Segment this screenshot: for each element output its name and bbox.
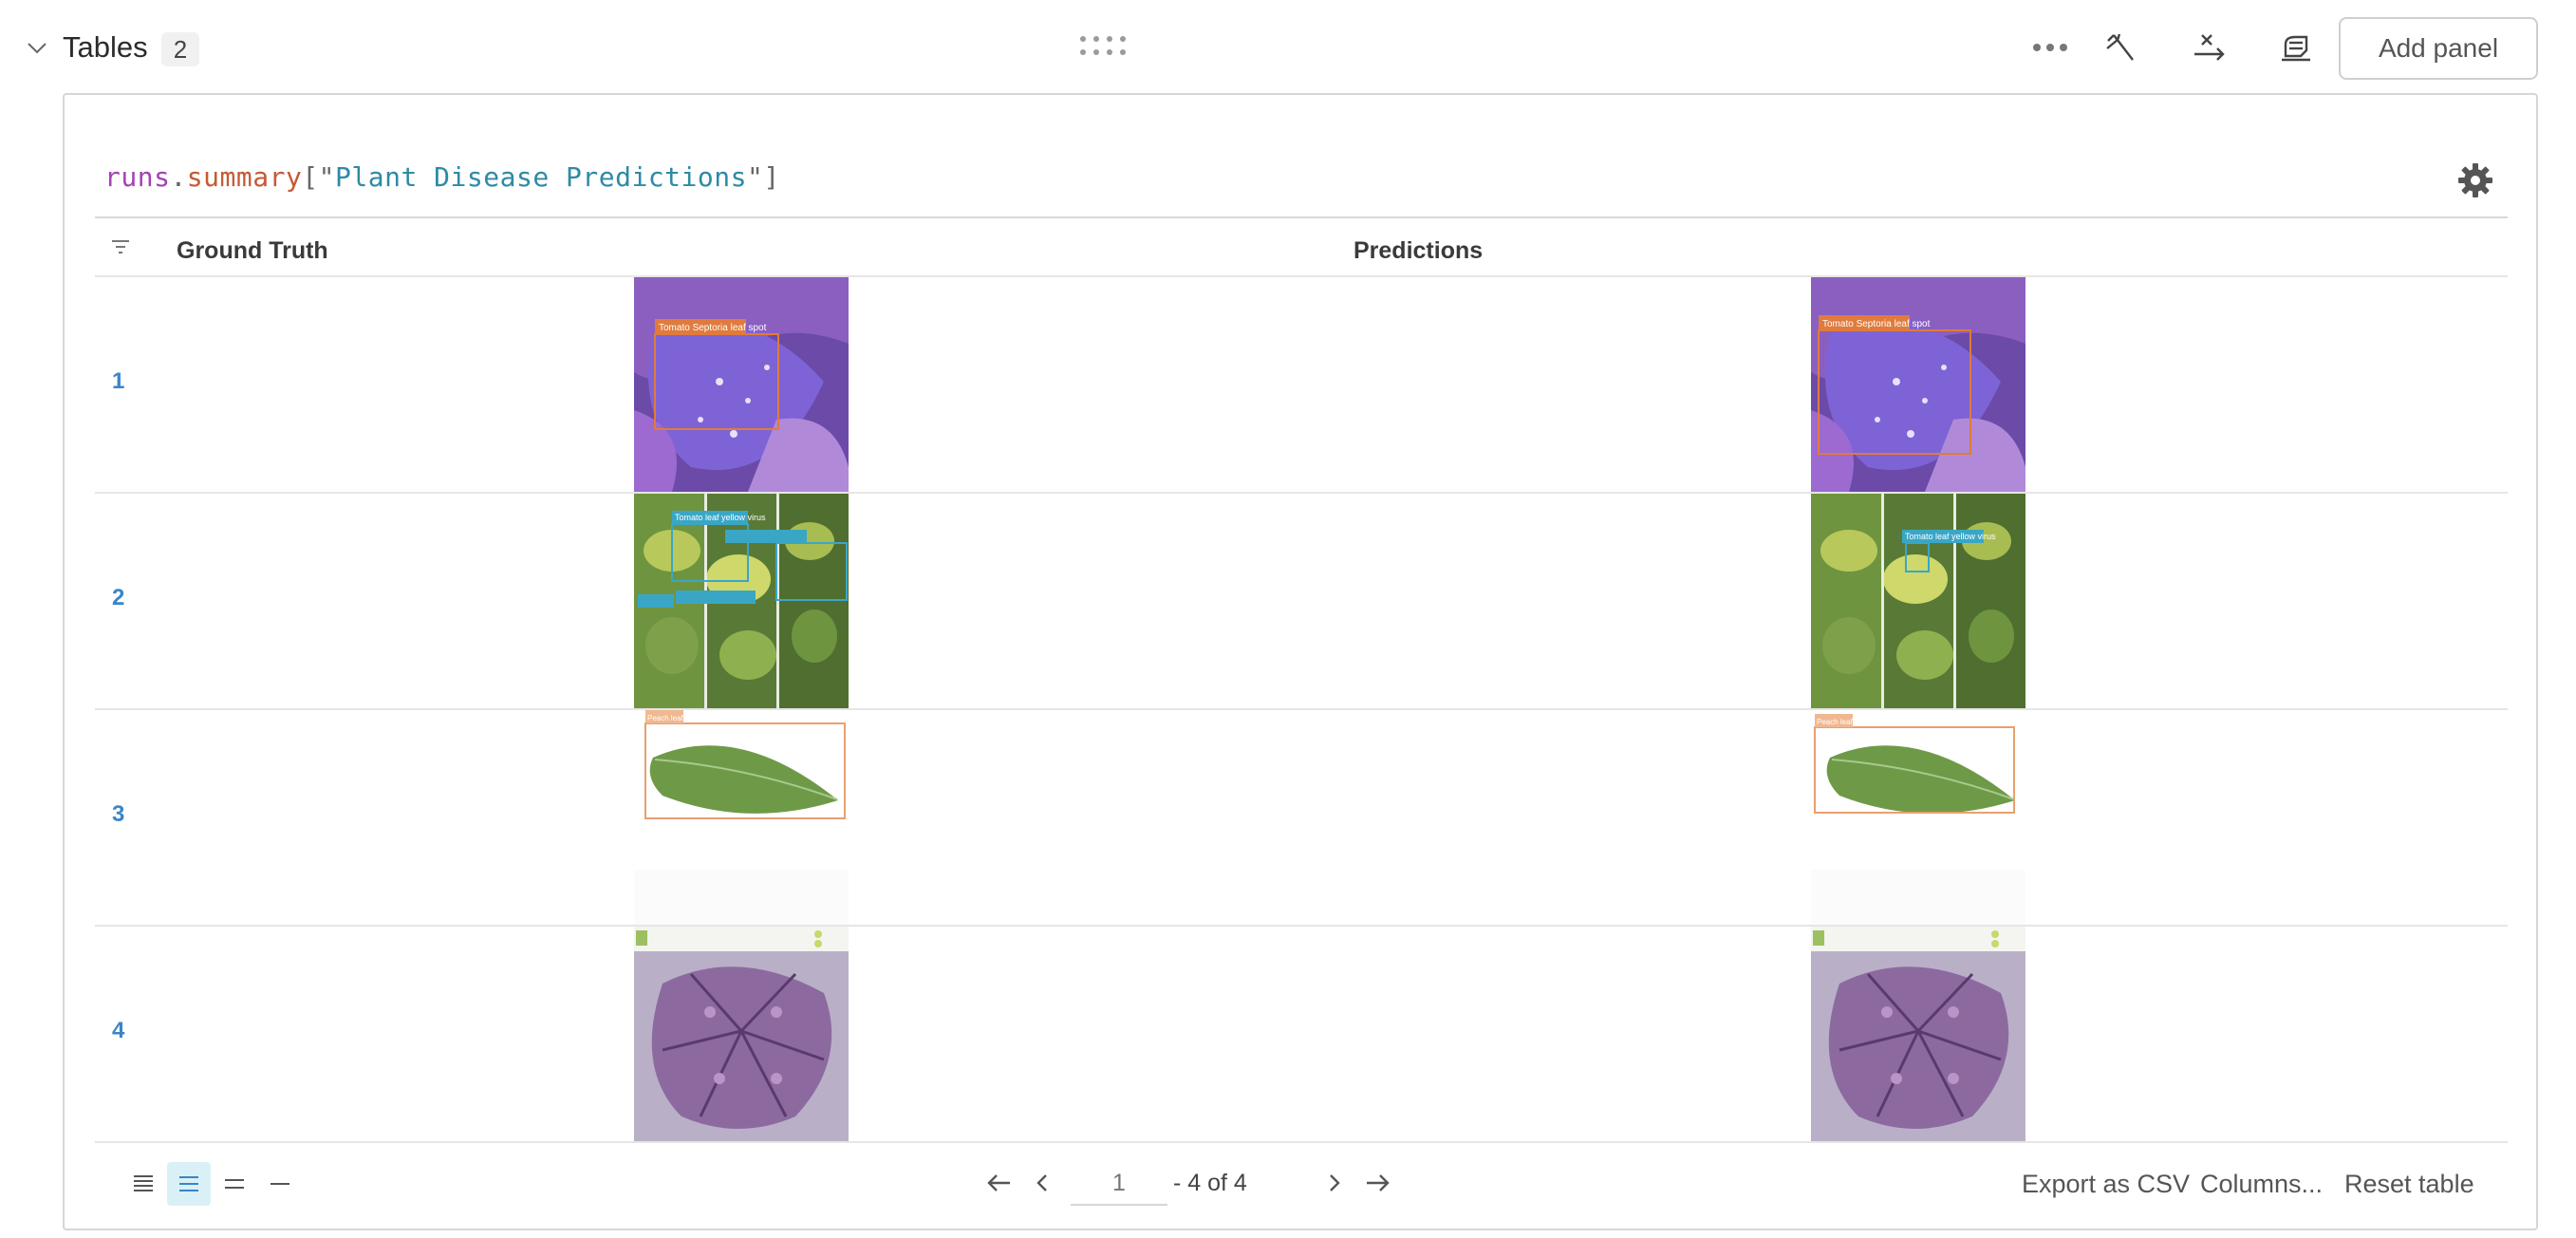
last-page-icon[interactable] — [1361, 1166, 1395, 1200]
ground-truth-image[interactable] — [634, 927, 849, 1141]
ground-truth-image[interactable]: Tomato Septoria leaf spot — [634, 277, 849, 492]
previous-page-icon[interactable] — [1025, 1166, 1059, 1200]
prediction-image[interactable] — [1811, 927, 2025, 1141]
filter-icon[interactable] — [110, 237, 131, 256]
section-title[interactable]: Tables — [63, 30, 148, 65]
page-number-input[interactable] — [1071, 1162, 1167, 1206]
column-header-predictions[interactable]: Predictions — [1353, 237, 1483, 265]
eraser-icon[interactable] — [2276, 27, 2318, 68]
row-index[interactable]: 2 — [112, 585, 140, 611]
add-panel-button[interactable]: Add panel — [2339, 17, 2538, 80]
row-index[interactable]: 4 — [112, 1018, 140, 1044]
row-index[interactable]: 1 — [112, 368, 140, 395]
chevron-down-icon[interactable] — [27, 42, 47, 55]
row-index[interactable]: 3 — [112, 801, 140, 828]
next-page-icon[interactable] — [1317, 1166, 1352, 1200]
table-row: 4 — [95, 927, 2508, 1143]
table-header: Ground Truth Predictions — [95, 216, 2508, 277]
bbox-label: Peach leaf — [647, 714, 684, 722]
magic-wand-icon[interactable] — [2100, 27, 2141, 68]
data-table: Ground Truth Predictions 1 Tomato Septor… — [95, 216, 2508, 1143]
row-height-compact-icon[interactable] — [121, 1162, 165, 1206]
table-row: 2 Tomato leaf yellow virus Tomato leaf y… — [95, 494, 2508, 710]
table-row: 1 Tomato Septoria leaf spot Tomato Septo… — [95, 277, 2508, 494]
query-expression[interactable]: runs.summary["Plant Disease Predictions"… — [104, 161, 780, 193]
prediction-image[interactable]: Tomato leaf yellow virus — [1811, 494, 2025, 708]
table-row: 3 Peach leaf Peach leaf — [95, 710, 2508, 927]
ground-truth-image[interactable]: Tomato leaf yellow virus — [634, 494, 849, 708]
prediction-image[interactable]: Peach leaf — [1811, 710, 2025, 925]
row-height-xlarge-icon[interactable] — [258, 1162, 302, 1206]
bbox-label: Tomato leaf yellow virus — [675, 513, 766, 522]
bbox-label: Peach leaf — [1817, 718, 1854, 726]
column-header-ground-truth[interactable]: Ground Truth — [177, 237, 328, 265]
gear-icon[interactable] — [2456, 161, 2494, 199]
table-footer: - 4 of 4 Export as CSV Columns... Reset … — [65, 1149, 2536, 1229]
section-header: Tables 2 Add panel — [0, 0, 2576, 95]
reset-table-button[interactable]: Reset table — [2344, 1170, 2474, 1199]
ground-truth-image[interactable]: Peach leaf — [634, 710, 849, 925]
x-axis-icon[interactable] — [2189, 27, 2231, 68]
prediction-image[interactable]: Tomato Septoria leaf spot — [1811, 277, 2025, 492]
drag-handle-icon[interactable] — [1078, 34, 1131, 57]
export-csv-button[interactable]: Export as CSV — [2022, 1170, 2190, 1199]
panel-count-badge: 2 — [161, 32, 199, 66]
columns-button[interactable]: Columns... — [2200, 1170, 2323, 1199]
bbox-label: Tomato Septoria leaf spot — [659, 323, 767, 333]
row-height-medium-icon[interactable] — [167, 1162, 211, 1206]
bbox-label: Tomato leaf yellow virus — [1905, 532, 1996, 541]
first-page-icon[interactable] — [981, 1166, 1016, 1200]
more-icon[interactable] — [2029, 27, 2071, 68]
table-panel: runs.summary["Plant Disease Predictions"… — [63, 93, 2538, 1230]
row-height-large-icon[interactable] — [213, 1162, 256, 1206]
page-count: - 4 of 4 — [1173, 1170, 1247, 1196]
bbox-label: Tomato Septoria leaf spot — [1822, 319, 1931, 329]
